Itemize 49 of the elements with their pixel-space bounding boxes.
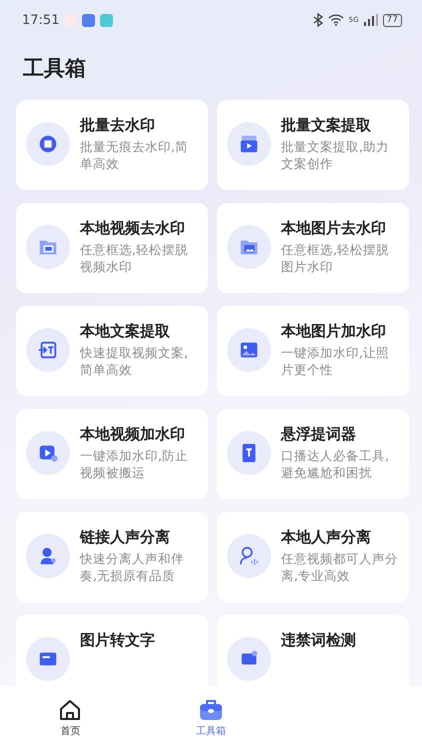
tool-description: 口播达人必备工具,避免尴尬和困扰 — [281, 447, 390, 481]
tool-card[interactable]: 图片转文字 — [16, 615, 208, 686]
tool-title: 本地图片去水印 — [281, 219, 387, 238]
tool-card[interactable]: 本地视频加水印 一键添加水印,防止视频被搬运 — [16, 409, 208, 499]
tool-card[interactable]: 批量去水印 批量无痕去水印,简单高效 — [16, 100, 208, 190]
tool-title: 本地人声分离 — [281, 528, 372, 547]
tool-title: 本地视频加水印 — [80, 425, 186, 444]
tool-description: 一键添加水印,让照片更个性 — [281, 344, 390, 378]
tool-description: 批量无痕去水印,简单高效 — [80, 138, 189, 172]
tool-card[interactable]: 悬浮提词器 口播达人必备工具,避免尴尬和困扰 — [217, 409, 409, 499]
tool-card[interactable]: 本地文案提取 快速提取视频文案,简单高效 — [16, 306, 208, 396]
nav-tab[interactable]: 工具箱 — [140, 698, 282, 738]
tool-title: 本地文案提取 — [80, 322, 171, 341]
tool-card[interactable]: 违禁词检测 — [217, 615, 409, 686]
bluetooth-icon — [312, 13, 323, 27]
tool-description: 任意视频都可人声分离,专业高效 — [281, 550, 399, 584]
tool-card[interactable]: 本地人声分离 任意视频都可人声分离,专业高效 — [217, 512, 409, 602]
tool-description: 任意框选,轻松摆脱图片水印 — [281, 241, 390, 275]
tool-card[interactable]: 批量文案提取 批量文案提取,助力文案创作 — [217, 100, 409, 190]
home-icon — [58, 698, 82, 722]
tool-title: 批量去水印 — [80, 116, 156, 135]
tool-title: 悬浮提词器 — [281, 425, 357, 444]
tool-card[interactable]: 本地图片去水印 任意框选,轻松摆脱图片水印 — [217, 203, 409, 293]
tool-description: 任意框选,轻松摆脱视频水印 — [80, 241, 189, 275]
tool-description: 批量文案提取,助力文案创作 — [281, 138, 390, 172]
tool-card[interactable]: 本地视频去水印 任意框选,轻松摆脱视频水印 — [16, 203, 208, 293]
status-time: 17:51 — [22, 12, 60, 28]
toolbox-icon — [198, 698, 224, 722]
tool-title: 本地视频去水印 — [80, 219, 186, 238]
person-voice-icon — [238, 545, 260, 567]
text-extract-icon — [37, 339, 59, 361]
tool-title: 本地图片加水印 — [281, 322, 387, 341]
video-icon — [238, 133, 260, 155]
nav-label: 首页 — [60, 725, 80, 738]
tool-card[interactable]: 本地图片加水印 一键添加水印,让照片更个性 — [217, 306, 409, 396]
tool-title: 违禁词检测 — [281, 631, 356, 650]
tool-title: 批量文案提取 — [281, 116, 372, 135]
tool-description: 一键添加水印,防止视频被搬运 — [80, 447, 189, 481]
nav-tab[interactable]: 首页 — [0, 698, 141, 738]
tool-title: 链接人声分离 — [80, 528, 171, 547]
tool-description: 快速分离人声和伴奏,无损原有品质 — [80, 550, 185, 584]
tool-title: 图片转文字 — [80, 631, 155, 650]
tool-card[interactable]: 链接人声分离 快速分离人声和伴奏,无损原有品质 — [16, 512, 208, 602]
signal-icon — [364, 14, 378, 26]
wifi-icon — [328, 14, 344, 26]
battery-level: 77 — [382, 14, 402, 26]
tool-description: 快速提取视频文案,简单高效 — [80, 344, 189, 378]
nav-label: 工具箱 — [196, 725, 226, 738]
page-title: 工具箱 — [23, 55, 87, 82]
